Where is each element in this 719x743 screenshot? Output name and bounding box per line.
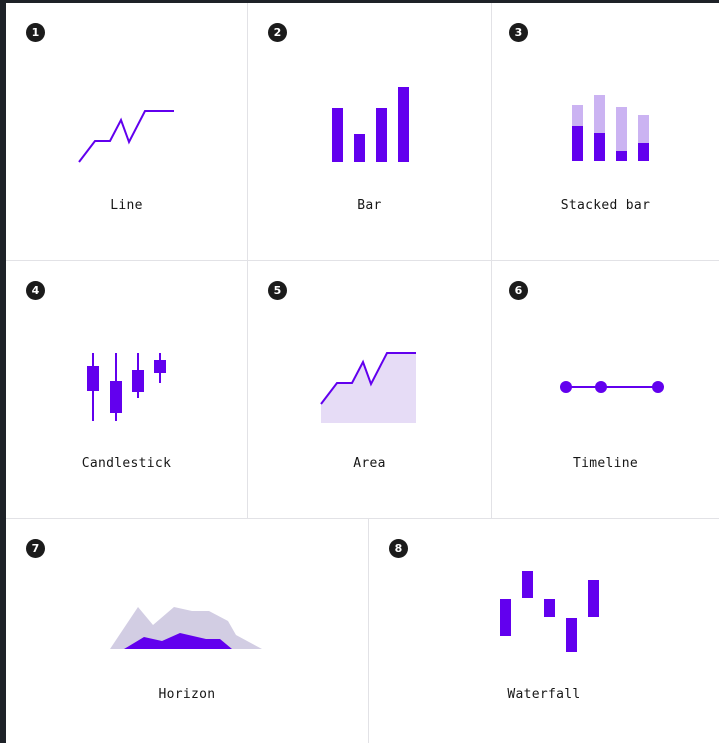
chart-card-label: Area: [353, 456, 386, 471]
chart-card-area[interactable]: 5 Area: [248, 261, 491, 518]
chart-card-waterfall[interactable]: 8 Waterfall: [369, 519, 719, 743]
chart-card-label: Stacked bar: [560, 198, 651, 213]
chart-card-bar[interactable]: 2 Bar: [248, 3, 491, 260]
chart-card-line[interactable]: 1 Line: [6, 3, 247, 260]
card-number-badge: 3: [509, 23, 528, 42]
card-number-badge: 4: [26, 281, 45, 300]
stacked-bar-chart-icon: [572, 95, 649, 161]
chart-card-label: Candlestick: [81, 456, 172, 471]
card-number-badge: 6: [509, 281, 528, 300]
chart-card-horizon[interactable]: 7 Horizon: [6, 519, 368, 743]
card-number-badge: 1: [26, 23, 45, 42]
horizon-chart-icon: [110, 607, 262, 649]
timeline-chart-icon: [560, 381, 664, 393]
card-number-badge: 2: [268, 23, 287, 42]
line-chart-icon: [78, 110, 174, 163]
chart-card-stacked-bar[interactable]: 3 Stacked bar: [492, 3, 719, 260]
chart-card-label: Waterfall: [507, 687, 581, 702]
chart-card-label: Timeline: [572, 456, 638, 471]
card-number-badge: 8: [389, 539, 408, 558]
chart-card-label: Bar: [357, 198, 382, 213]
chart-card-timeline[interactable]: 6 Timeline: [492, 261, 719, 518]
card-number-badge: 5: [268, 281, 287, 300]
chart-types-grid: 1 Line 2 Bar 3 Stacked bar 4 Candlestick…: [6, 3, 719, 743]
bar-chart-icon: [332, 87, 409, 162]
chart-card-label: Horizon: [158, 687, 216, 702]
card-number-badge: 7: [26, 539, 45, 558]
chart-card-candlestick[interactable]: 4 Candlestick: [6, 261, 247, 518]
waterfall-chart-icon: [500, 571, 599, 652]
area-chart-icon: [320, 352, 416, 423]
candlestick-chart-icon: [87, 353, 166, 421]
chart-card-label: Line: [110, 198, 143, 213]
